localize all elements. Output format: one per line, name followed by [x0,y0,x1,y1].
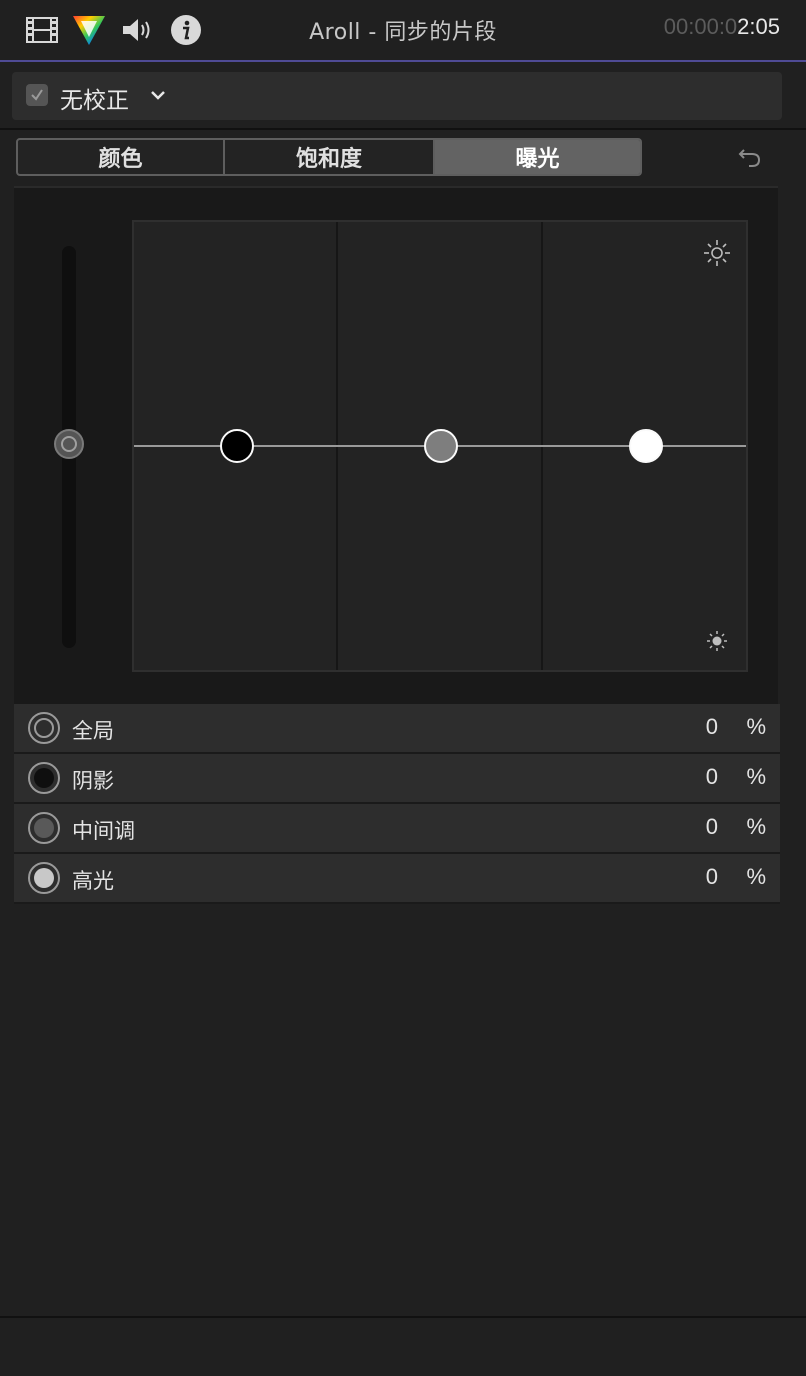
bottom-divider [0,1316,806,1318]
sun-bright-icon [702,238,732,272]
highlights-circle-icon [28,862,60,894]
tab-color[interactable]: 颜色 [18,140,225,174]
row-highlights[interactable]: 高光 0 % [14,854,780,904]
chevron-down-icon[interactable] [149,86,167,108]
correction-header: 无校正 [12,72,782,120]
global-circle-icon [28,712,60,744]
unit-label: % [746,814,766,839]
master-slider-knob[interactable] [54,429,84,459]
tab-saturation[interactable]: 饱和度 [225,140,435,174]
midtones-circle-icon [28,812,60,844]
sun-dim-icon [706,630,728,656]
timecode-dim: 00:00:0 [663,14,738,39]
row-label: 高光 [72,869,114,893]
undo-icon[interactable] [736,142,764,170]
highlights-puck[interactable] [629,429,663,463]
row-label: 中间调 [72,819,135,843]
correction-checkbox[interactable] [26,84,48,106]
row-global[interactable]: 全局 0 % [14,704,780,754]
tab-exposure[interactable]: 曝光 [435,140,640,174]
value-field[interactable]: 0 [706,814,718,840]
unit-label: % [746,714,766,739]
shadows-puck[interactable] [220,429,254,463]
row-midtones[interactable]: 中间调 0 % [14,804,780,854]
value-field[interactable]: 0 [706,864,718,890]
exposure-board [14,186,778,704]
value-field[interactable]: 0 [706,764,718,790]
exposure-values: 全局 0 % 阴影 0 % 中间调 0 % 高光 0 % [14,704,780,904]
midtones-puck[interactable] [424,429,458,463]
row-shadows[interactable]: 阴影 0 % [14,754,780,804]
row-label: 全局 [72,719,114,743]
tab-bar: 颜色 饱和度 曝光 [16,138,642,176]
unit-label: % [746,764,766,789]
timecode-bright: 2:05 [737,14,780,39]
top-bar: Aroll - 同步的片段 00:00:02:05 [0,0,806,62]
timecode: 00:00:02:05 [664,14,780,40]
shadows-circle-icon [28,762,60,794]
exposure-grid [132,220,748,672]
row-label: 阴影 [72,769,114,793]
divider [0,128,806,130]
correction-label[interactable]: 无校正 [60,81,129,115]
unit-label: % [746,864,766,889]
value-field[interactable]: 0 [706,714,718,740]
